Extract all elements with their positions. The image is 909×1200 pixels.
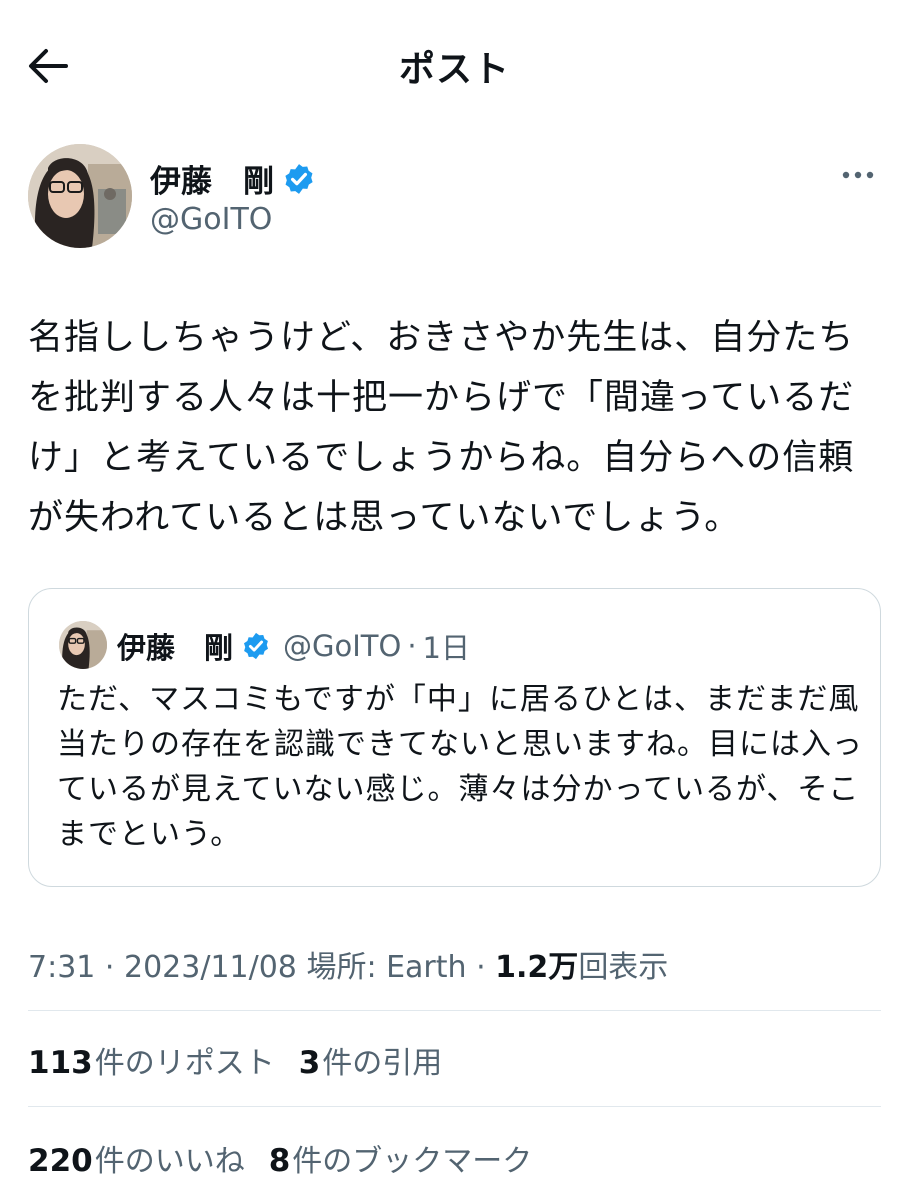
quoted-author-handle: @GoITO <box>283 629 402 663</box>
quoted-author-avatar <box>59 621 107 669</box>
quoted-post[interactable]: 伊藤 剛 @GoITO · 1日 ただ、マスコミもですが「中」に居るひとは、まだ… <box>28 588 881 887</box>
separator-dot: · <box>466 950 496 985</box>
quotes-label: 件の引用 <box>322 1046 443 1081</box>
post-text: 名指ししちゃうけど、おきさやか先生は、自分たちを批判する人々は十把一からげで「間… <box>28 318 855 538</box>
more-options-button[interactable] <box>838 160 878 190</box>
quotes-stat[interactable]: 3 件の引用 <box>299 1038 443 1082</box>
post-time: 7:31 <box>28 950 96 985</box>
page-title: ポスト <box>398 49 510 90</box>
reposts-stat[interactable]: 113 件のリポスト <box>28 1038 275 1082</box>
quoted-post-header: 伊藤 剛 @GoITO · 1日 <box>117 625 470 667</box>
reposts-count: 113 <box>28 1045 93 1081</box>
verified-badge-icon <box>244 632 269 660</box>
engagement-row-1: 113 件のリポスト 3 件の引用 <box>28 1038 442 1082</box>
engagement-row-2: 220 件のいいね 8 件のブックマーク <box>28 1136 532 1180</box>
more-dots-icon <box>842 171 874 179</box>
author-avatar[interactable] <box>28 144 132 248</box>
quoted-post-time: 1日 <box>422 631 470 665</box>
verified-badge-icon <box>285 163 313 194</box>
separator-space <box>297 950 307 985</box>
likes-stat[interactable]: 220 件のいいね <box>28 1136 245 1180</box>
divider <box>28 1106 881 1107</box>
post-date: 2023/11/08 <box>123 950 297 985</box>
separator-dot: · <box>407 629 417 663</box>
post-detail-screen: ポスト 伊藤 剛 @GoITO 名指ししちゃうけど、おきさやか先生は、自分たちを… <box>0 0 909 1200</box>
bookmarks-stat[interactable]: 8 件のブックマーク <box>269 1136 533 1180</box>
views-count: 1.2万 <box>495 950 579 985</box>
quotes-count: 3 <box>298 1045 321 1081</box>
bookmarks-label: 件のブックマーク <box>292 1144 533 1179</box>
likes-label: 件のいいね <box>94 1144 245 1179</box>
quoted-post-text: ただ、マスコミもですが「中」に居るひとは、まだまだ風当たりの存在を認識できてない… <box>57 682 863 852</box>
reposts-label: 件のリポスト <box>94 1046 275 1081</box>
views-label: 回表示 <box>578 950 669 985</box>
top-bar: ポスト <box>0 0 909 130</box>
avatar-image <box>59 621 107 669</box>
divider <box>28 1010 881 1011</box>
post-location: 場所: Earth <box>306 950 467 985</box>
author-handle[interactable]: @GoITO <box>150 202 272 237</box>
author-name: 伊藤 剛 <box>150 164 274 200</box>
avatar-image <box>28 144 132 248</box>
separator-dot: · <box>95 950 124 985</box>
likes-count: 220 <box>28 1143 93 1179</box>
author-name-row[interactable]: 伊藤 剛 <box>150 156 316 201</box>
quoted-author-name: 伊藤 剛 <box>117 631 234 665</box>
bookmarks-count: 8 <box>268 1143 291 1179</box>
post-meta: 7:31 · 2023/11/08 場所: Earth · 1.2万 回表示 <box>28 942 668 986</box>
